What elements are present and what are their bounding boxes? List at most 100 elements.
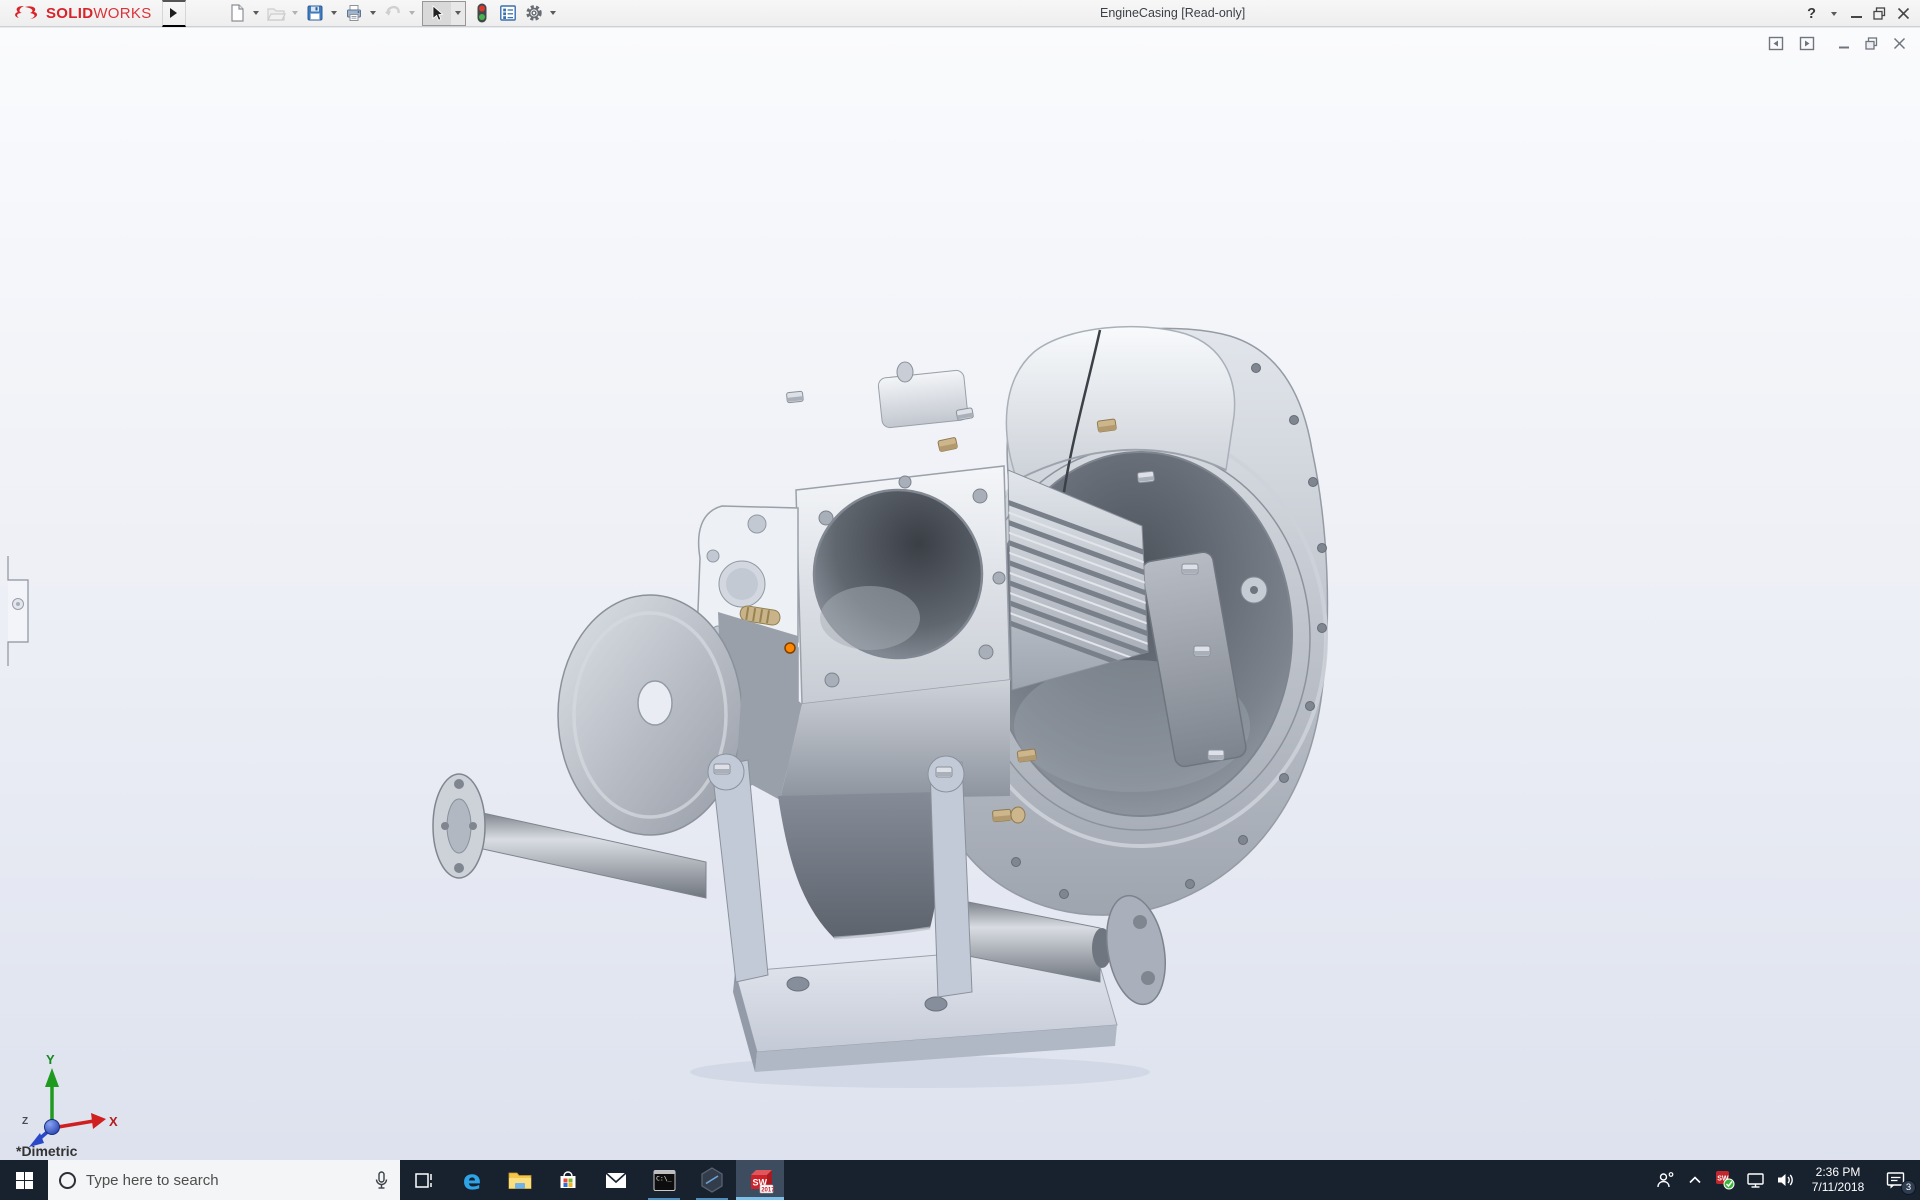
task-view-icon bbox=[414, 1172, 432, 1188]
doc-minimize-icon bbox=[1839, 46, 1849, 48]
close-button[interactable] bbox=[1897, 0, 1910, 27]
select-tool-group bbox=[421, 0, 466, 26]
app-titlebar: SOLIDWORKS EngineCasing [Read-only] ? bbox=[0, 0, 1920, 27]
brand-solid: SOLID bbox=[46, 4, 94, 22]
taskbar-app-command-prompt[interactable]: C:\_ bbox=[640, 1160, 688, 1200]
triad-origin-ball bbox=[44, 1119, 60, 1135]
taskbar-clock[interactable]: 2:36 PM 7/11/2018 bbox=[1800, 1165, 1876, 1196]
edge-icon: e bbox=[462, 1164, 482, 1196]
options-dropdown[interactable] bbox=[547, 1, 560, 25]
print-icon bbox=[346, 5, 361, 21]
view-orientation-label: *Dimetric bbox=[16, 1143, 78, 1159]
taskbar-app-file-explorer[interactable] bbox=[496, 1160, 544, 1200]
network-button[interactable] bbox=[1740, 1160, 1770, 1200]
collapse-left-pane-button[interactable] bbox=[1768, 36, 1784, 51]
triad-y-label: Y bbox=[46, 1052, 55, 1067]
cap-bracket-plate bbox=[877, 369, 969, 429]
restore-icon bbox=[1873, 7, 1886, 20]
windows-logo-icon bbox=[15, 1171, 33, 1189]
taskbar-app-solidworks[interactable]: SW 2017 bbox=[736, 1160, 784, 1200]
new-document-button[interactable] bbox=[224, 1, 250, 25]
action-center-button[interactable]: 3 bbox=[1876, 1160, 1916, 1200]
undo-dropdown bbox=[406, 1, 419, 25]
graphics-viewport[interactable]: Y X Z *Dimetric bbox=[0, 28, 1920, 1160]
taskbar-app-edge[interactable]: e bbox=[448, 1160, 496, 1200]
ds-logo-icon bbox=[15, 6, 38, 19]
doc-close-icon bbox=[1893, 37, 1906, 50]
options-button[interactable] bbox=[521, 1, 547, 25]
document-title: EngineCasing [Read-only] bbox=[1100, 6, 1246, 20]
flyout-arrow-icon bbox=[170, 8, 178, 18]
save-button[interactable] bbox=[302, 1, 328, 25]
undo-icon bbox=[384, 5, 400, 16]
command-prompt-icon: C:\_ bbox=[653, 1169, 675, 1191]
disc-hole bbox=[637, 680, 673, 726]
taskbar-search[interactable] bbox=[48, 1160, 400, 1200]
rebuild-traffic-light-icon bbox=[477, 3, 487, 23]
volume-button[interactable] bbox=[1770, 1160, 1800, 1200]
hidden-icons-button[interactable] bbox=[1680, 1160, 1710, 1200]
new-document-icon bbox=[230, 4, 244, 22]
save-floppy-icon bbox=[307, 5, 323, 21]
select-tool-dropdown[interactable] bbox=[450, 1, 465, 25]
select-tool-button[interactable] bbox=[423, 2, 451, 25]
window-controls: ? bbox=[1807, 0, 1910, 27]
properties-button[interactable] bbox=[495, 1, 521, 25]
task-view-button[interactable] bbox=[400, 1160, 448, 1200]
clock-time: 2:36 PM bbox=[1815, 1164, 1861, 1179]
tab-expand-icon bbox=[16, 602, 20, 606]
save-dropdown[interactable] bbox=[328, 1, 341, 25]
collapse-left-pane-icon bbox=[1768, 36, 1784, 51]
clock-date: 7/11/2018 bbox=[1811, 1180, 1865, 1194]
open-folder-icon bbox=[266, 8, 286, 21]
search-input[interactable] bbox=[86, 1171, 364, 1189]
close-icon bbox=[1897, 7, 1910, 20]
doc-restore-icon bbox=[1865, 37, 1878, 50]
microphone-icon[interactable] bbox=[374, 1170, 389, 1190]
doc-restore-button[interactable] bbox=[1865, 37, 1878, 50]
solidworks-tray-icon: SW bbox=[1716, 1171, 1735, 1190]
open-dropdown bbox=[289, 1, 302, 25]
doc-close-button[interactable] bbox=[1893, 37, 1906, 50]
taskbar-app-mail[interactable] bbox=[592, 1160, 640, 1200]
help-button[interactable]: ? bbox=[1807, 0, 1816, 27]
help-dropdown[interactable] bbox=[1827, 2, 1840, 26]
minimize-button[interactable] bbox=[1851, 0, 1862, 27]
cmd-prompt-text: C:\_ bbox=[656, 1174, 672, 1182]
screen: SOLIDWORKS EngineCasing [Read-only] ? Y … bbox=[0, 0, 1920, 1200]
rebuild-button[interactable] bbox=[469, 1, 495, 25]
new-document-dropdown[interactable] bbox=[250, 1, 263, 25]
solidworks-tray-button[interactable]: SW bbox=[1710, 1160, 1740, 1200]
people-button[interactable] bbox=[1650, 1160, 1680, 1200]
triad-z-label: Z bbox=[22, 1116, 28, 1127]
windows-taskbar: e bbox=[0, 1160, 1920, 1200]
taskbar-app-store[interactable] bbox=[544, 1160, 592, 1200]
restore-button[interactable] bbox=[1873, 0, 1886, 27]
toolbar-flyout-button[interactable] bbox=[161, 0, 186, 27]
collapse-right-pane-button[interactable] bbox=[1799, 36, 1815, 51]
print-button[interactable] bbox=[341, 1, 367, 25]
doc-minimize-button[interactable] bbox=[1838, 38, 1850, 50]
notification-badge: 3 bbox=[1901, 1180, 1916, 1195]
solidworks-app-icon: SW 2017 bbox=[750, 1169, 774, 1193]
hexagon-app-icon bbox=[701, 1167, 723, 1193]
volume-icon bbox=[1777, 1174, 1793, 1186]
selection-marker-dot[interactable] bbox=[784, 642, 796, 654]
undo-button bbox=[380, 1, 406, 25]
people-icon bbox=[1656, 1172, 1673, 1188]
taskbar-app-hexagon[interactable] bbox=[688, 1160, 736, 1200]
options-gear-icon bbox=[525, 5, 542, 21]
file-explorer-icon bbox=[508, 1172, 532, 1189]
open-button bbox=[263, 1, 289, 25]
triad-x-label: X bbox=[109, 1114, 118, 1129]
start-button[interactable] bbox=[0, 1160, 48, 1200]
main-toolbar bbox=[224, 0, 560, 26]
scene-canvas[interactable]: Y X Z bbox=[0, 28, 1920, 1160]
system-tray: SW 2:36 PM 7/11/2018 3 bbox=[1650, 1160, 1920, 1200]
brand-text: SOLIDWORKS bbox=[46, 5, 152, 22]
properties-list-icon bbox=[499, 5, 516, 21]
document-window-controls bbox=[1768, 36, 1906, 51]
help-glyph: ? bbox=[1807, 5, 1816, 22]
print-dropdown[interactable] bbox=[367, 1, 380, 25]
solidworks-logo: SOLIDWORKS bbox=[0, 0, 162, 26]
